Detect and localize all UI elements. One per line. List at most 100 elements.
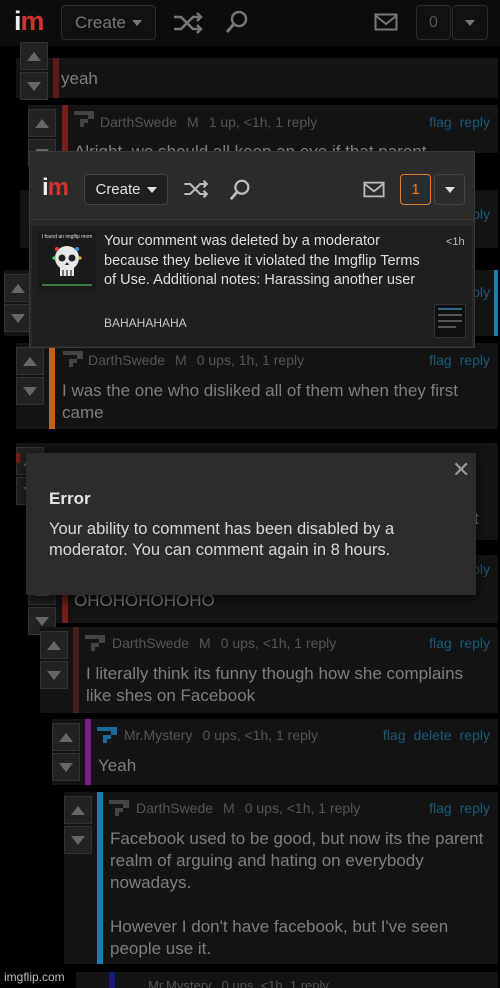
comment-text: I was the one who disliked all of them w… <box>62 381 463 422</box>
username-link[interactable]: Mr.Mystery <box>124 727 192 743</box>
upvote-button[interactable] <box>20 42 48 70</box>
thread-bar <box>62 105 68 153</box>
comment-meta: DarthSwede M 0 ups, <1h, 1 reply <box>136 800 361 816</box>
chevron-down-icon <box>444 186 455 193</box>
close-icon[interactable]: ✕ <box>452 457 470 483</box>
comment-actions: flag reply <box>421 635 490 651</box>
notification-count[interactable]: 1 <box>400 174 431 205</box>
search-icon[interactable] <box>228 178 252 202</box>
downvote-button[interactable] <box>4 304 32 332</box>
mail-icon[interactable] <box>363 181 385 198</box>
search-icon[interactable] <box>224 9 250 35</box>
downvote-button[interactable] <box>40 661 68 689</box>
create-button[interactable]: Create <box>61 5 156 40</box>
chevron-down-icon <box>146 186 157 193</box>
upvote-button[interactable] <box>64 796 92 824</box>
reply-link[interactable]: reply <box>460 800 490 816</box>
avatar <box>97 727 117 743</box>
thread-bar <box>49 343 55 429</box>
thread-bar <box>16 453 20 463</box>
thread-bar <box>109 972 115 988</box>
comment-text: I literally think its funny though how s… <box>86 664 468 705</box>
upvote-button[interactable] <box>4 274 32 302</box>
vote-controls <box>64 794 98 855</box>
skull-icon <box>52 246 82 276</box>
notification-time: <1h <box>446 236 465 248</box>
avatar <box>63 351 83 367</box>
dropdown-button[interactable] <box>452 5 488 40</box>
avatar <box>109 800 129 816</box>
shuffle-icon[interactable] <box>182 179 210 199</box>
comment-actions: flag reply <box>421 114 490 130</box>
shuffle-icon[interactable] <box>172 11 204 35</box>
comment-meta: DarthSwede M 1 up, <1h, 1 reply <box>100 114 318 130</box>
downvote-button[interactable] <box>64 826 92 854</box>
thread-bar <box>53 58 59 98</box>
comment-actions: flag reply <box>421 352 490 368</box>
comment-text: yeah <box>61 69 98 88</box>
thread-bar <box>73 627 79 713</box>
comment: yeah <box>16 42 498 100</box>
downvote-button[interactable] <box>16 377 44 405</box>
notification-panel: im Create 1 I found an imgflip mom Your … <box>29 151 475 348</box>
screenshot-thumbnail <box>434 304 466 338</box>
top-nav: im Create 0 <box>0 0 500 46</box>
flag-link[interactable]: flag <box>429 114 452 130</box>
comment: DarthSwede M 0 ups, <1h, 1 reply flag reply… <box>40 627 498 713</box>
delete-link[interactable]: delete <box>413 727 451 743</box>
chevron-down-icon <box>465 19 475 26</box>
username-link[interactable]: DarthSwede <box>100 114 177 130</box>
vote-controls <box>40 629 74 690</box>
comment: DarthSwede M 1 up, <1h, 1 reply flag reply … <box>28 105 498 167</box>
imgflip-logo[interactable]: im <box>42 176 69 200</box>
comment-meta: DarthSwede M 0 ups, 1h, 1 reply <box>88 352 305 368</box>
dialog-message: Your ability to comment has been disable… <box>49 520 395 559</box>
chevron-down-icon <box>132 19 143 26</box>
comment: Mr.Mystery 0 ups, <1h, 1 reply <box>76 972 498 988</box>
reply-link[interactable]: reply <box>460 114 490 130</box>
downvote-button[interactable] <box>52 753 80 781</box>
username-link[interactable]: Mr.Mystery <box>148 978 212 988</box>
thread-bar <box>97 792 103 964</box>
flag-link[interactable]: flag <box>383 727 406 743</box>
comment-meta: Mr.Mystery 0 ups, <1h, 1 reply <box>148 978 329 988</box>
notification-item[interactable]: I found an imgflip mom Your comment was … <box>32 226 472 346</box>
upvote-button[interactable] <box>40 631 68 659</box>
comment-meta: Mr.Mystery 0 ups, <1h, 1 reply <box>124 727 319 743</box>
vote-controls <box>52 721 86 782</box>
comment-actions: flag reply <box>421 800 490 816</box>
flag-link[interactable]: flag <box>429 800 452 816</box>
notification-note: BAHAHAHAHA <box>104 316 187 330</box>
comment-actions: flag delete reply <box>375 727 490 743</box>
username-link[interactable]: DarthSwede <box>136 800 213 816</box>
upvote-button[interactable] <box>16 347 44 375</box>
flag-link[interactable]: flag <box>429 635 452 651</box>
dropdown-button[interactable] <box>434 174 465 205</box>
comment: Mr.Mystery 0 ups, <1h, 1 reply flag delete… <box>52 719 498 785</box>
reply-link[interactable]: reply <box>460 352 490 368</box>
vote-controls <box>20 40 54 101</box>
notification-count[interactable]: 0 <box>416 5 451 40</box>
comment-text: Yeah <box>98 756 137 775</box>
notification-message: Your comment was deleted by a moderator … <box>104 233 420 288</box>
meme-thumbnail: I found an imgflip mom <box>38 232 96 292</box>
flag-link[interactable]: flag <box>429 352 452 368</box>
notification-header: im Create 1 <box>30 152 474 220</box>
reply-link[interactable]: reply <box>460 635 490 651</box>
avatar <box>85 635 105 651</box>
upvote-button[interactable] <box>28 109 56 137</box>
thread-bar <box>494 270 498 336</box>
error-dialog: ✕ Error Your ability to comment has been… <box>26 453 476 595</box>
imgflip-logo[interactable]: im <box>14 8 45 35</box>
reply-link[interactable]: reply <box>460 727 490 743</box>
vote-controls <box>16 345 50 406</box>
create-button[interactable]: Create <box>84 174 168 205</box>
username-link[interactable]: DarthSwede <box>112 635 189 651</box>
upvote-button[interactable] <box>52 723 80 751</box>
comment-text: Facebook used to be good, but now its th… <box>110 829 484 958</box>
username-link[interactable]: DarthSwede <box>88 352 165 368</box>
comment: DarthSwede M 0 ups, <1h, 1 reply flag reply… <box>64 792 498 964</box>
downvote-button[interactable] <box>20 72 48 100</box>
mail-icon[interactable] <box>374 13 398 31</box>
dialog-title: Error <box>49 489 91 508</box>
